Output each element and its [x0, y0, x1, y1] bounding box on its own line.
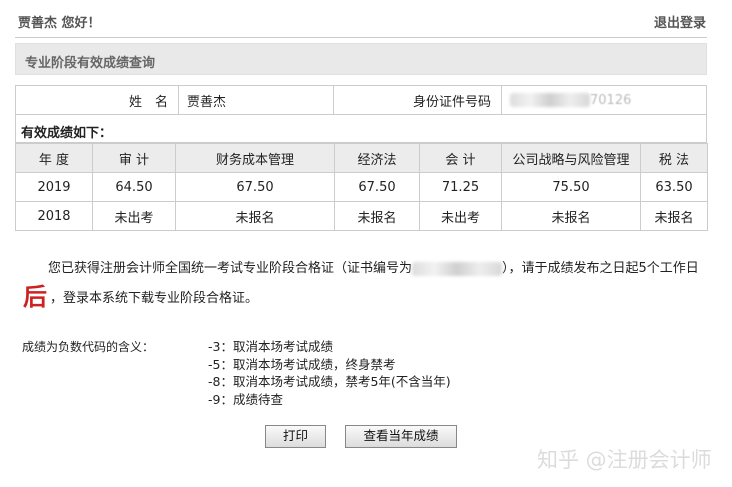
table-cell: 64.50: [92, 172, 176, 202]
redacted-id-part: [510, 93, 590, 107]
scores-caption: 有效成绩如下：: [21, 126, 113, 141]
scores-table: 年 度 审 计 财务成本管理 经济法 会 计 公司战略与风险管理 税 法 201…: [15, 143, 708, 231]
notice-part2: ），请于成绩发布之日起5个工作日: [502, 261, 699, 276]
col-header-tax-law: 税 法: [640, 143, 708, 173]
id-label: 身份证件号码: [333, 85, 502, 115]
section-header: 专业阶段有效成绩查询: [15, 43, 707, 75]
col-header-accounting: 会 计: [419, 143, 502, 173]
table-cell: 未出考: [92, 201, 176, 231]
greeting-text: 贾善杰 您好！: [18, 16, 101, 31]
table-cell: 未报名: [175, 201, 335, 231]
table-cell: 75.50: [501, 172, 641, 202]
notice-part1: 您已获得注册会计师全国统一考试专业阶段合格证（证书编号为: [48, 261, 413, 276]
code-item: -5：取消本场考试成绩，终身禁考: [208, 356, 396, 372]
logout-link[interactable]: 退出登录: [654, 12, 706, 31]
notice-emphasis: 后: [23, 283, 47, 311]
redacted-certificate-number: [412, 261, 503, 276]
table-cell: 2019: [15, 172, 93, 202]
code-item: -3：取消本场考试成绩: [208, 339, 333, 354]
table-cell: 71.25: [419, 172, 502, 202]
table-cell: 63.50: [640, 172, 708, 202]
name-label: 姓 名: [15, 85, 179, 115]
col-header-year: 年 度: [15, 143, 93, 173]
table-cell: 未报名: [334, 201, 420, 231]
certificate-notice: 您已获得注册会计师全国统一考试专业阶段合格证（证书编号为 ），请于成绩发布之日起5…: [20, 255, 710, 313]
info-row: 姓 名 贾善杰 身份证件号码 70126: [15, 85, 707, 115]
table-cell: 67.50: [334, 172, 420, 202]
table-row: 2019 64.50 67.50 67.50 71.25 75.50 63.50: [15, 172, 708, 202]
col-header-audit: 审 计: [92, 143, 176, 173]
view-current-year-scores-button[interactable]: 查看当年成绩: [345, 425, 457, 448]
section-title: 专业阶段有效成绩查询: [25, 56, 156, 71]
scores-header-row: 年 度 审 计 财务成本管理 经济法 会 计 公司战略与风险管理 税 法: [15, 143, 708, 173]
divider: [15, 37, 707, 38]
name-value: 贾善杰: [178, 85, 334, 115]
code-item: -9：成绩待查: [208, 391, 283, 407]
table-cell: 2018: [15, 201, 93, 231]
watermark-text: 知乎 @注册会计师: [537, 448, 712, 472]
top-bar: 贾善杰 您好！ 退出登录: [0, 0, 732, 40]
col-header-economic-law: 经济法: [334, 143, 420, 173]
codes-list: -3：取消本场考试成绩 -5：取消本场考试成绩，终身禁考 -8：取消本场考试成绩…: [208, 338, 451, 408]
table-row: 2018 未出考 未报名 未报名 未出考 未报名 未报名: [15, 201, 708, 231]
table-cell: 未报名: [640, 201, 708, 231]
table-cell: 未出考: [419, 201, 502, 231]
candidate-info-table: 姓 名 贾善杰 身份证件号码 70126: [15, 85, 707, 115]
id-value-visible: 70126: [590, 92, 632, 108]
col-header-strategy: 公司战略与风险管理: [501, 143, 641, 173]
codes-label: 成绩为负数代码的含义：: [22, 340, 155, 354]
notice-part3: ，登录本系统下载专业阶段合格证。: [50, 291, 259, 306]
table-cell: 67.50: [175, 172, 335, 202]
id-value: 70126: [501, 85, 707, 115]
code-item: -8：取消本场考试成绩，禁考5年(不含当年): [208, 374, 451, 389]
print-button[interactable]: 打印: [265, 425, 326, 448]
col-header-financial-management: 财务成本管理: [175, 143, 335, 173]
scores-caption-row: 有效成绩如下：: [15, 115, 707, 143]
table-cell: 未报名: [501, 201, 641, 231]
